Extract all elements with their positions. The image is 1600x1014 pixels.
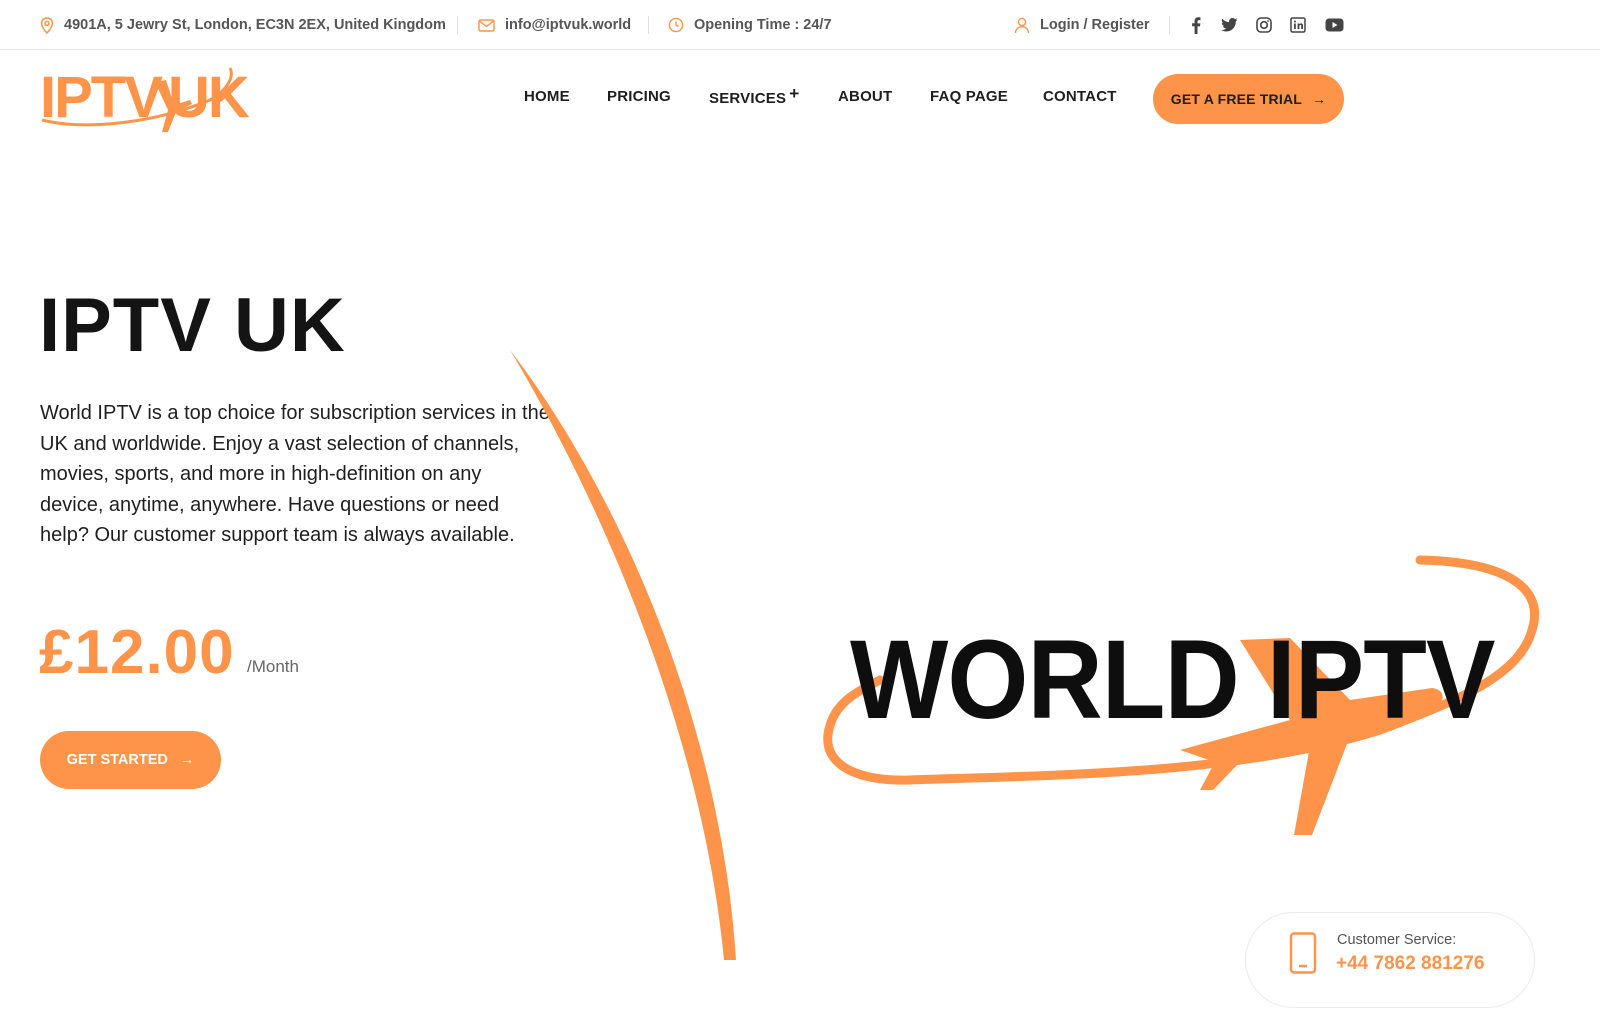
svg-text:UK: UK — [168, 65, 250, 130]
plus-icon: + — [789, 84, 800, 103]
opening-time-text: Opening Time : 24/7 — [694, 17, 832, 33]
opening-time-item: Opening Time : 24/7 — [668, 0, 832, 50]
get-started-button[interactable]: GET STARTED → — [40, 731, 221, 789]
linkedin-icon[interactable] — [1287, 14, 1309, 36]
address-text: 4901A, 5 Jewry St, London, EC3N 2EX, Uni… — [64, 17, 446, 33]
hero-description: World IPTV is a top choice for subscript… — [40, 402, 550, 546]
arrow-right-icon: → — [1312, 91, 1327, 107]
world-iptv-logo-text: WORLD IPTV — [850, 617, 1495, 742]
mobile-phone-icon — [1289, 932, 1317, 974]
nav-contact[interactable]: CONTACT — [1043, 88, 1117, 105]
facebook-icon[interactable] — [1185, 14, 1207, 36]
nav-about[interactable]: ABOUT — [838, 88, 892, 105]
login-register-link[interactable]: Login / Register — [1040, 17, 1150, 33]
customer-service-phone[interactable]: +44 7862 881276 — [1336, 953, 1484, 975]
email-item[interactable]: info@iptvuk.world — [478, 0, 631, 50]
price-period: /Month — [247, 657, 299, 676]
nav-services-label: SERVICES — [709, 90, 787, 107]
divider — [648, 16, 649, 34]
divider — [457, 16, 458, 34]
clock-icon — [668, 17, 684, 33]
get-started-label: GET STARTED — [66, 752, 168, 768]
site-logo[interactable]: IPTV UK — [40, 60, 270, 140]
nav-services[interactable]: SERVICES + — [709, 84, 799, 108]
login-register-item[interactable]: Login / Register — [1014, 0, 1150, 50]
nav-pricing[interactable]: PRICING — [607, 88, 671, 105]
nav-faq[interactable]: FAQ PAGE — [930, 88, 1008, 105]
user-icon — [1014, 17, 1030, 33]
divider — [1169, 16, 1170, 34]
email-link[interactable]: info@iptvuk.world — [505, 17, 631, 33]
address-item: 4901A, 5 Jewry St, London, EC3N 2EX, Uni… — [40, 0, 446, 50]
decorative-swoosh — [510, 350, 736, 960]
top-bar: 4901A, 5 Jewry St, London, EC3N 2EX, Uni… — [0, 0, 1600, 50]
free-trial-button[interactable]: GET A FREE TRIAL → — [1153, 74, 1344, 124]
price-amount: £12.00 — [39, 618, 235, 687]
instagram-icon[interactable] — [1253, 14, 1275, 36]
twitter-icon[interactable] — [1218, 14, 1240, 36]
mail-icon — [478, 18, 495, 32]
location-pin-icon — [40, 16, 54, 34]
arrow-right-icon: → — [179, 752, 195, 768]
customer-service-label: Customer Service: — [1337, 932, 1457, 948]
hero-title: IPTV UK — [39, 283, 346, 368]
nav-home[interactable]: HOME — [524, 88, 570, 105]
youtube-icon[interactable] — [1323, 14, 1345, 36]
free-trial-label: GET A FREE TRIAL — [1170, 91, 1303, 107]
